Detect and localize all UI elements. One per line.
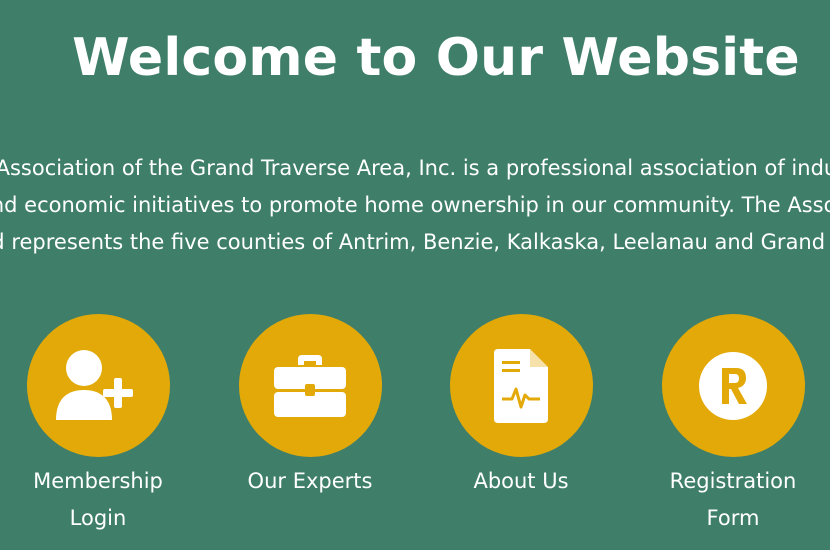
registration-form-circle[interactable] <box>661 314 805 457</box>
intro-line: s Association of the Grand Traverse Area… <box>0 156 830 180</box>
briefcase-icon <box>274 354 346 417</box>
registration-form-link[interactable]: Registration Form <box>648 314 818 537</box>
membership-login-circle[interactable] <box>26 314 170 457</box>
about-us-circle[interactable] <box>449 314 593 457</box>
intro-paragraph: s Association of the Grand Traverse Area… <box>0 150 830 261</box>
add-user-icon <box>56 349 133 420</box>
about-us-link[interactable]: About Us <box>436 314 606 500</box>
membership-login-link[interactable]: Membership Login <box>13 314 183 537</box>
our-experts-link[interactable]: Our Experts <box>225 314 395 500</box>
intro-line: nd represents the five counties of Antri… <box>0 230 830 254</box>
page-title: Welcome to Our Website <box>72 28 800 88</box>
about-us-label[interactable]: About Us <box>436 463 606 500</box>
document-chart-icon <box>494 348 548 423</box>
membership-login-label[interactable]: Membership Login <box>13 463 183 537</box>
registered-r-icon <box>699 351 767 420</box>
our-experts-label[interactable]: Our Experts <box>225 463 395 500</box>
our-experts-circle[interactable] <box>238 314 382 457</box>
intro-line: and economic initiatives to promote home… <box>0 193 830 217</box>
registration-form-label[interactable]: Registration Form <box>648 463 818 537</box>
